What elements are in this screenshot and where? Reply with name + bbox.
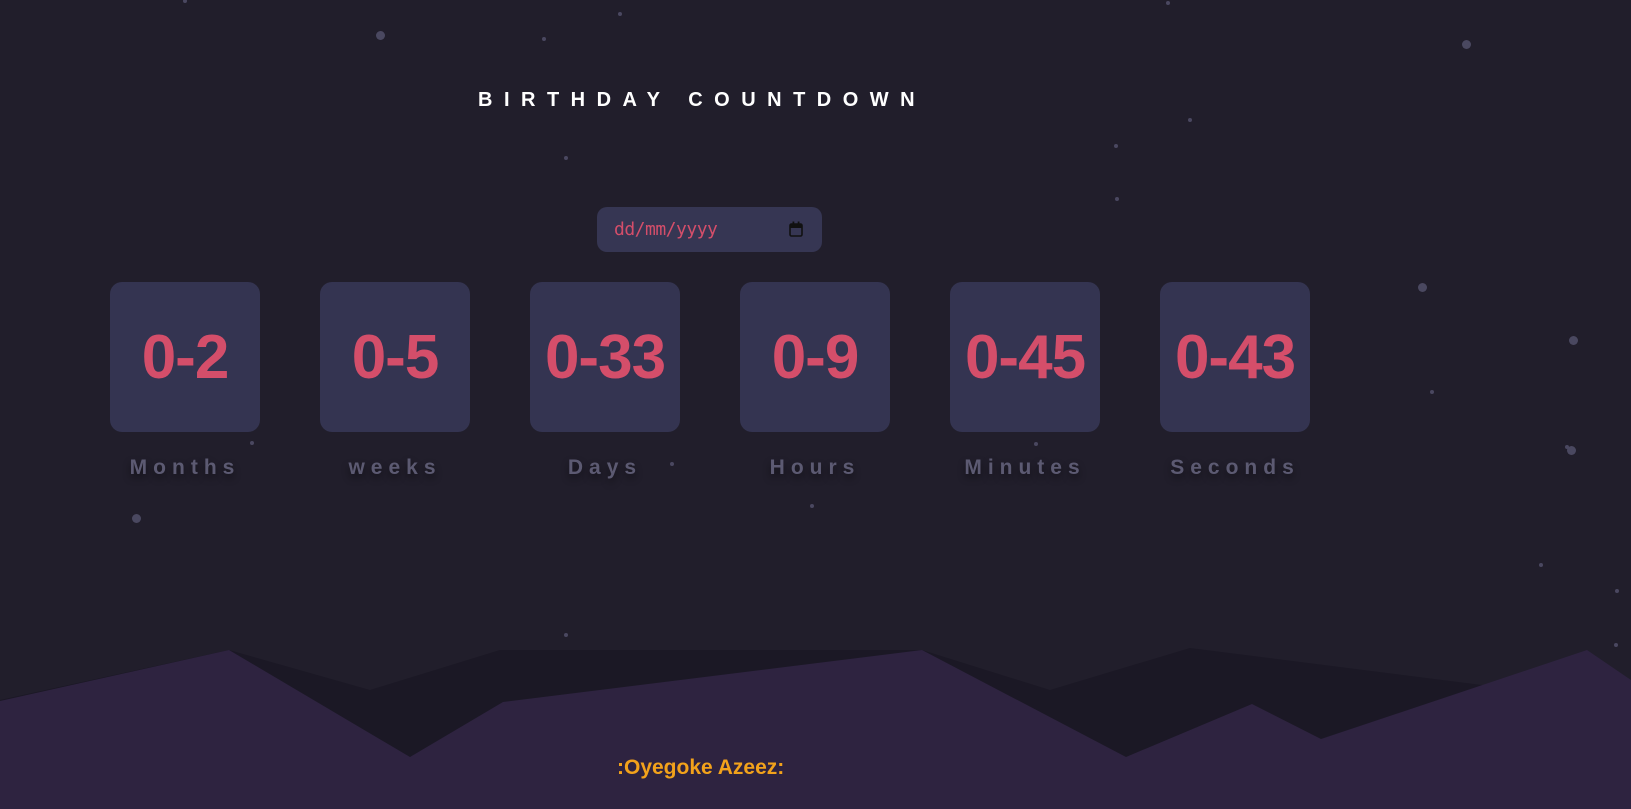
calendar-icon[interactable] (789, 221, 803, 237)
seconds-label: Seconds (1170, 456, 1300, 479)
weeks-label: weeks (348, 456, 442, 479)
days-value: 0-33 (544, 322, 666, 392)
weeks-value: 0-5 (351, 322, 440, 392)
hours-value: 0-9 (771, 322, 860, 392)
days-label: Days (567, 456, 643, 479)
hours-label: Hours (769, 456, 861, 479)
seconds-box: 0-43 (1160, 282, 1310, 432)
months-label: Months (129, 456, 241, 479)
page-title: BIRTHDAY COUNTDOWN (478, 89, 927, 111)
months-box: 0-2 (110, 282, 260, 432)
minutes-label: Minutes (964, 456, 1086, 479)
birthday-date-input[interactable]: dd/mm/yyyy (597, 207, 822, 252)
days-box: 0-33 (530, 282, 680, 432)
date-placeholder: dd/mm/yyyy (614, 219, 718, 240)
weeks-box: 0-5 (320, 282, 470, 432)
countdown-page: BIRTHDAY COUNTDOWN dd/mm/yyyy 0-2 Months… (0, 0, 1631, 809)
hours-box: 0-9 (740, 282, 890, 432)
minutes-value: 0-45 (964, 322, 1086, 392)
months-value: 0-2 (141, 322, 230, 392)
author-credit: :Oyegoke Azeez: (617, 756, 785, 779)
seconds-value: 0-43 (1174, 322, 1296, 392)
minutes-box: 0-45 (950, 282, 1100, 432)
